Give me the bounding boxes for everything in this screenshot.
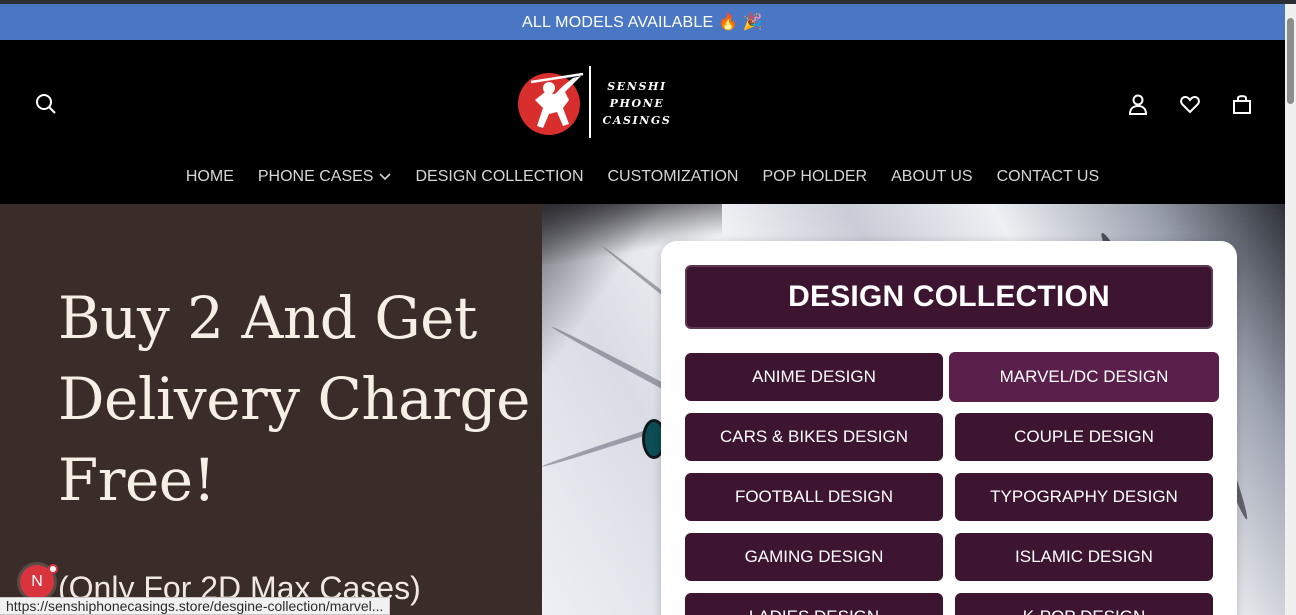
hero-image-panel: DESIGN COLLECTION ANIME DESIGN MARVEL/DC… [542,204,1285,615]
notification-avatar[interactable]: N [20,564,58,599]
hero-banner[interactable]: Buy 2 And Get Delivery Charge Free! (Onl… [0,204,1285,615]
avatar-initial: N [31,573,43,590]
logo-wordmark: SENSHI PHONE CASINGS [599,78,675,129]
cars-bikes-design-button[interactable]: CARS & BIKES DESIGN [685,413,943,461]
nav-label: PHONE CASES [257,168,374,185]
status-bar-url: https://senshiphonecasings.store/desgine… [0,597,391,615]
site-header: SENSHI PHONE CASINGS HOME PHONE CASES DE… [0,40,1285,204]
nav-label: HOME [185,168,234,185]
design-collection-card: DESIGN COLLECTION ANIME DESIGN MARVEL/DC… [661,241,1237,615]
ladies-design-button[interactable]: LADIES DESIGN [685,593,943,615]
typography-design-button[interactable]: TYPOGRAPHY DESIGN [955,473,1213,521]
anime-design-button[interactable]: ANIME DESIGN [685,353,943,401]
site-logo[interactable]: SENSHI PHONE CASINGS [515,64,675,140]
page: ALL MODELS AVAILABLE 🔥 🎉 SENSHI PHONE CA… [0,0,1296,615]
nav-phone-cases[interactable]: PHONE CASES [258,164,392,190]
bag-icon[interactable] [1229,91,1255,117]
nav-label: ABOUT US [891,168,973,185]
islamic-design-button[interactable]: ISLAMIC DESIGN [955,533,1213,581]
announcement-bar: ALL MODELS AVAILABLE 🔥 🎉 [0,4,1285,40]
nav-label: POP HOLDER [762,168,868,185]
couple-design-button[interactable]: COUPLE DESIGN [955,413,1213,461]
page-scrollbar[interactable] [1285,4,1296,615]
nav-design-collection[interactable]: DESIGN COLLECTION [415,164,583,190]
design-collection-title: DESIGN COLLECTION [685,265,1213,329]
main-nav: HOME PHONE CASES DESIGN COLLECTION CUSTO… [0,164,1285,190]
kpop-design-button[interactable]: K-POP DESIGN [955,593,1213,615]
heart-icon[interactable] [1177,91,1203,117]
marvel-dc-design-button[interactable]: MARVEL/DC DESIGN [949,352,1219,402]
nav-customization[interactable]: CUSTOMIZATION [608,164,739,190]
scrollbar-thumb[interactable] [1287,18,1294,104]
chevron-down-icon [379,173,392,181]
gaming-design-button[interactable]: GAMING DESIGN [685,533,943,581]
nav-label: CONTACT US [996,168,1100,185]
notification-dot-icon [48,564,58,574]
search-icon[interactable] [33,91,59,117]
logo-line-2: PHONE [609,97,665,110]
ninja-logo-icon [518,66,591,138]
nav-home[interactable]: HOME [186,164,234,190]
user-icon[interactable] [1125,91,1151,117]
nav-label: CUSTOMIZATION [607,168,739,185]
nav-about-us[interactable]: ABOUT US [891,164,973,190]
announcement-text: ALL MODELS AVAILABLE 🔥 🎉 [522,14,763,31]
nav-pop-holder[interactable]: POP HOLDER [762,164,867,190]
football-design-button[interactable]: FOOTBALL DESIGN [685,473,943,521]
hero-text-panel: Buy 2 And Get Delivery Charge Free! (Onl… [0,204,542,615]
nav-contact-us[interactable]: CONTACT US [997,164,1100,190]
logo-line-3: CASINGS [602,114,672,127]
nav-label: DESIGN COLLECTION [415,168,584,185]
logo-line-1: SENSHI [607,80,667,93]
hero-title: Buy 2 And Get Delivery Charge Free! [58,284,530,514]
